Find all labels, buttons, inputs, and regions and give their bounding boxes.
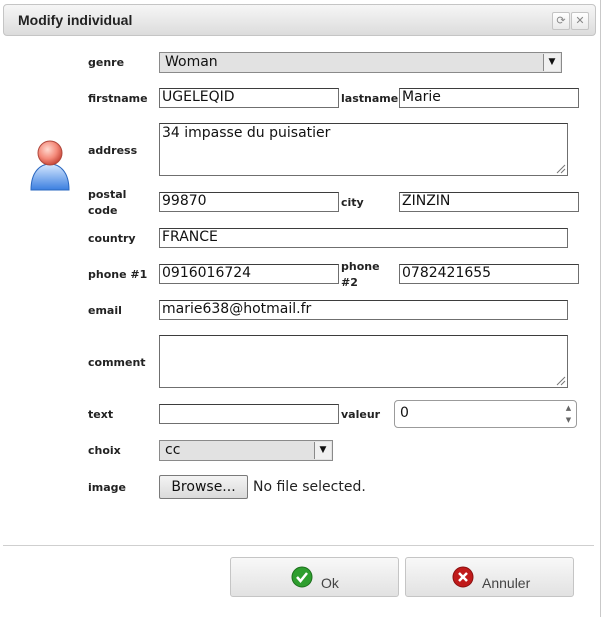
modify-individual-dialog: Modify individual ⟳ ✕ genre Woman ▼ firs… <box>0 0 601 617</box>
email-input[interactable]: marie638@hotmail.fr <box>159 300 568 320</box>
resize-grip-icon[interactable] <box>554 162 566 174</box>
phone1-label: phone #1 <box>88 268 148 281</box>
spin-up-icon[interactable]: ▲ <box>562 403 575 414</box>
postal-code-label-line2: code <box>88 204 118 217</box>
cancel-label: Annuler <box>482 575 531 591</box>
genre-label: genre <box>88 56 125 69</box>
file-status-text: No file selected. <box>253 479 366 495</box>
city-input[interactable]: ZINZIN <box>399 192 579 212</box>
text-input[interactable] <box>159 404 339 424</box>
choix-select[interactable]: cc ▼ <box>159 440 333 461</box>
address-label: address <box>88 144 138 157</box>
choix-label: choix <box>88 444 121 457</box>
firstname-label: firstname <box>88 92 148 105</box>
genre-select[interactable]: Woman ▼ <box>159 52 562 73</box>
spin-down-icon[interactable]: ▼ <box>562 415 575 426</box>
user-avatar-icon <box>30 140 70 191</box>
cancel-button[interactable]: Annuler <box>405 557 574 597</box>
ok-label: Ok <box>321 575 339 591</box>
firstname-input[interactable]: UGELEQID <box>159 88 339 108</box>
check-icon <box>291 566 313 588</box>
genre-value: Woman <box>165 54 218 70</box>
email-label: email <box>88 304 122 317</box>
dialog-titlebar[interactable]: Modify individual ⟳ ✕ <box>3 4 596 36</box>
country-input[interactable]: FRANCE <box>159 228 568 248</box>
country-label: country <box>88 232 136 245</box>
refresh-icon[interactable]: ⟳ <box>552 12 570 30</box>
divider <box>3 545 594 546</box>
valeur-value: 0 <box>400 405 409 421</box>
comment-textarea[interactable] <box>159 335 568 388</box>
dialog-title: Modify individual <box>18 12 133 28</box>
close-icon[interactable]: ✕ <box>571 12 589 30</box>
browse-button[interactable]: Browse... <box>159 475 248 499</box>
postal-code-input[interactable]: 99870 <box>159 192 339 212</box>
lastname-label: lastname <box>341 92 399 105</box>
address-value: 34 impasse du puisatier <box>162 125 331 141</box>
postal-code-label-line1: postal <box>88 188 127 201</box>
image-label: image <box>88 481 126 494</box>
cancel-x-icon <box>452 566 474 588</box>
comment-label: comment <box>88 356 146 369</box>
phone1-input[interactable]: 0916016724 <box>159 264 339 284</box>
choix-value: cc <box>165 442 181 458</box>
ok-button[interactable]: Ok <box>230 557 399 597</box>
lastname-input[interactable]: Marie <box>399 88 579 108</box>
text-label: text <box>88 408 114 421</box>
chevron-down-icon: ▼ <box>543 54 560 71</box>
valeur-spinner[interactable]: 0 ▲ ▼ <box>394 400 577 428</box>
chevron-down-icon: ▼ <box>314 442 331 459</box>
address-textarea[interactable]: 34 impasse du puisatier <box>159 123 568 176</box>
city-label: city <box>341 196 364 209</box>
phone2-label-line1: phone <box>341 260 380 273</box>
valeur-label: valeur <box>341 408 381 421</box>
phone2-input[interactable]: 0782421655 <box>399 264 579 284</box>
phone2-label-line2: #2 <box>341 276 358 289</box>
resize-grip-icon[interactable] <box>554 374 566 386</box>
